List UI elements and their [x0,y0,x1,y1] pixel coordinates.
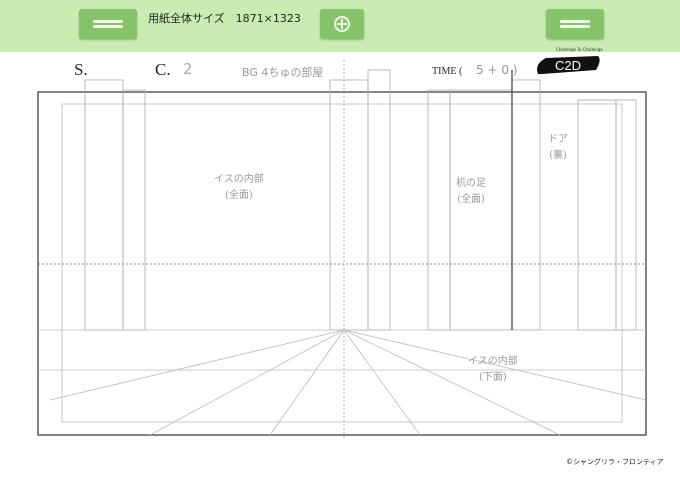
pencil-note-floor: イスの内部 (下面) [468,354,518,386]
pencil-note-mid-line1: 机の足 [456,178,486,189]
pencil-note-left-line2: (全面) [224,190,253,201]
floor-perspective [38,329,647,436]
pencil-note-mid: 机の足 (全面) [456,176,486,208]
pencil-note-right-line1: ドア [548,134,568,145]
layout-sketch [37,60,647,440]
inner-frame [61,103,623,423]
wall-panels [84,69,637,331]
pencil-note-left-line1: イスの内部 [214,174,264,185]
pencil-note-mid-line2: (全面) [457,194,485,205]
pencil-note-right: ドア (裏) [548,132,568,164]
pencil-note-right-line2: (裏) [549,150,567,161]
pencil-note-left: イスの内部 (全面) [214,172,264,204]
pencil-note-floor-line2: (下面) [478,372,507,383]
pencil-note-floor-line1: イスの内部 [468,356,518,367]
copyright: ©シャングリラ・フロンティア [566,458,664,466]
